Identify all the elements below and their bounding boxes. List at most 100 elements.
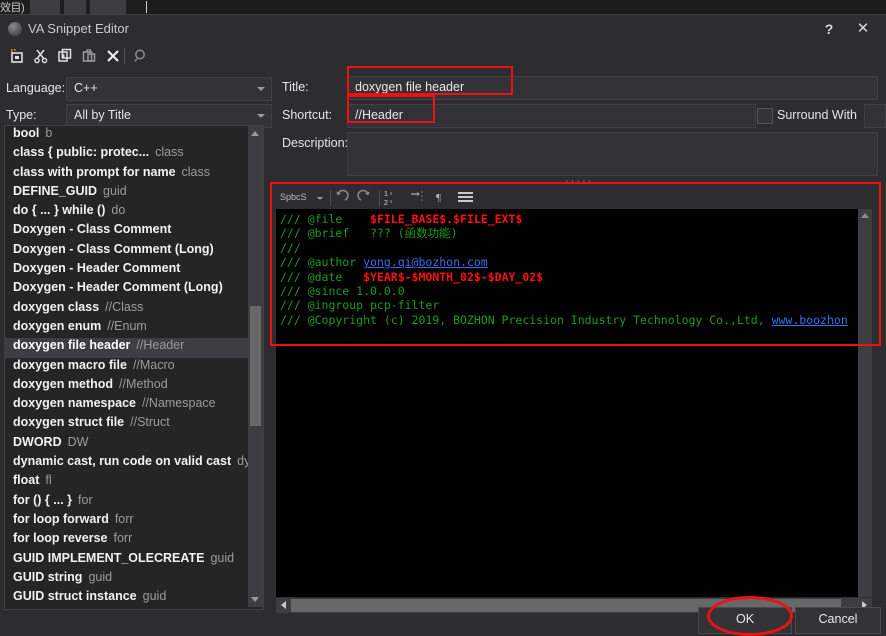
list-item[interactable]: GUID struct instance guid xyxy=(5,589,263,608)
description-input[interactable] xyxy=(347,132,878,176)
list-item[interactable]: Doxygen - Class Comment (Long) xyxy=(5,242,263,261)
code-macro: $FILE_BASE$.$FILE_EXT$ xyxy=(370,212,523,226)
code-comment: /// @ingroup pcp-filter xyxy=(280,298,440,313)
list-item[interactable]: GUID string guid xyxy=(5,570,263,589)
list-item-shortcut: do xyxy=(111,203,126,218)
language-value: C++ xyxy=(74,81,98,95)
list-item-shortcut: guid xyxy=(103,183,127,198)
cancel-button[interactable]: Cancel xyxy=(795,607,881,634)
list-item-shortcut: //Namespace xyxy=(141,396,216,411)
scroll-down-arrow-icon[interactable] xyxy=(248,592,263,607)
host-tab-3 xyxy=(90,0,126,14)
title-input[interactable]: doxygen file header xyxy=(347,76,878,100)
code-link[interactable]: yong.qi@bozhon.com xyxy=(363,255,488,269)
list-item-shortcut: guid xyxy=(142,589,167,604)
search-icon[interactable] xyxy=(130,45,152,67)
host-caret xyxy=(146,1,147,13)
language-select[interactable]: C++ xyxy=(66,77,272,101)
paste-icon[interactable] xyxy=(78,45,100,67)
redo-icon[interactable] xyxy=(355,189,375,207)
list-item-title: doxygen enum xyxy=(13,318,102,333)
new-snippet-icon[interactable] xyxy=(6,45,28,67)
description-resize-grip[interactable]: ····· xyxy=(565,175,593,187)
surround-with-checkbox[interactable] xyxy=(757,108,773,124)
numbered-list-icon[interactable]: 1 2 xyxy=(384,189,404,207)
code-line: /// @ingroup pcp-filter xyxy=(280,298,848,312)
list-item-shortcut: //Macro xyxy=(132,357,175,372)
scroll-left-arrow-icon[interactable] xyxy=(276,598,290,613)
indent-icon[interactable] xyxy=(409,189,429,207)
shortcut-label: Shortcut: xyxy=(282,108,333,122)
list-item[interactable]: doxygen macro file //Macro xyxy=(5,358,263,377)
list-item[interactable]: class { public: protec... class xyxy=(5,145,263,164)
list-item[interactable]: doxygen method //Method xyxy=(5,377,263,396)
list-item-shortcut: //Struct xyxy=(130,415,170,430)
list-item-title: class with prompt for name xyxy=(13,164,176,179)
list-item[interactable]: for loop reverse forr xyxy=(5,531,263,550)
list-item-title: doxygen file header xyxy=(13,338,131,353)
list-item[interactable]: DEFINE_GUID guid xyxy=(5,184,263,203)
list-item-shortcut: forr xyxy=(113,531,133,546)
description-label: Description: xyxy=(282,136,348,150)
code-link[interactable]: www.boozhon xyxy=(772,313,848,327)
chevron-down-icon xyxy=(257,114,265,118)
list-item-shortcut: guid xyxy=(210,550,235,565)
dialog-titlebar: VA Snippet Editor ? ✕ xyxy=(0,15,886,43)
list-item[interactable]: bool b xyxy=(5,126,263,145)
surround-with-extra-field[interactable] xyxy=(864,104,886,128)
ok-button[interactable]: OK xyxy=(698,607,792,634)
title-label: Title: xyxy=(282,80,309,94)
snippet-list-scrollbar[interactable] xyxy=(248,126,263,607)
copy-icon[interactable] xyxy=(54,45,76,67)
list-item[interactable]: class with prompt for name class xyxy=(5,165,263,184)
code-editor-scrollbar[interactable] xyxy=(858,209,872,597)
dialog-title: VA Snippet Editor xyxy=(28,21,129,36)
list-item[interactable]: DWORD DW xyxy=(5,435,263,454)
list-item-title: DEFINE_GUID xyxy=(13,183,98,198)
host-tab-1 xyxy=(30,0,60,14)
list-item-shortcut: for xyxy=(78,492,93,507)
cut-icon[interactable] xyxy=(30,45,52,67)
list-item[interactable]: doxygen class //Class xyxy=(5,300,263,319)
host-editor-area xyxy=(150,0,886,14)
list-item[interactable]: Doxygen - Class Comment xyxy=(5,222,263,241)
type-value: All by Title xyxy=(74,108,131,122)
shortcut-input[interactable]: //Header xyxy=(347,104,756,128)
list-item[interactable]: HANDLE HA xyxy=(5,608,263,609)
scroll-up-arrow-icon[interactable] xyxy=(248,126,263,141)
scrollbar-thumb[interactable] xyxy=(250,306,261,426)
list-item-title: doxygen struct file xyxy=(13,415,125,430)
align-icon[interactable] xyxy=(456,189,476,207)
code-comment: /// @file xyxy=(280,212,371,226)
list-item[interactable]: doxygen namespace //Namespace xyxy=(5,396,263,415)
svg-text:2: 2 xyxy=(384,200,388,207)
spellcheck-select[interactable]: SpbcS xyxy=(278,189,326,207)
list-item[interactable]: doxygen enum //Enum xyxy=(5,319,263,338)
list-item[interactable]: GUID IMPLEMENT_OLECREATE guid xyxy=(5,551,263,570)
snippet-list[interactable]: bool b class { public: protec... class class… xyxy=(4,125,264,610)
scroll-up-arrow-icon[interactable] xyxy=(861,213,869,218)
list-item-shortcut: HA xyxy=(71,608,88,609)
code-content: /// @file $FILE_BASE$.$FILE_EXT$/// @bri… xyxy=(280,212,848,327)
list-item[interactable]: for () { ... } for xyxy=(5,493,263,512)
delete-icon[interactable] xyxy=(102,45,124,67)
code-line: /// @file $FILE_BASE$.$FILE_EXT$ xyxy=(280,212,848,226)
list-item-shortcut: //Enum xyxy=(107,318,147,333)
list-item[interactable]: doxygen file header //Header xyxy=(5,338,263,358)
list-item-title: float xyxy=(13,473,40,488)
close-button[interactable]: ✕ xyxy=(852,19,874,39)
list-item[interactable]: Doxygen - Header Comment xyxy=(5,261,263,280)
list-item[interactable]: Doxygen - Header Comment (Long) xyxy=(5,280,263,299)
snippet-code-editor[interactable]: /// @file $FILE_BASE$.$FILE_EXT$/// @bri… xyxy=(276,209,871,597)
list-item[interactable]: doxygen struct file //Struct xyxy=(5,415,263,434)
code-line: /// xyxy=(280,241,848,255)
list-item[interactable]: for loop forward forr xyxy=(5,512,263,531)
list-item-title: GUID struct instance xyxy=(13,589,137,604)
help-button[interactable]: ? xyxy=(818,19,840,39)
list-item[interactable]: dynamic cast, run code on valid cast dy xyxy=(5,454,263,473)
paragraph-mark-icon[interactable]: ¶ xyxy=(433,189,453,207)
list-item[interactable]: do { ... } while () do xyxy=(5,203,263,222)
list-item[interactable]: float fl xyxy=(5,473,263,492)
undo-icon[interactable] xyxy=(333,189,353,207)
list-item-title: doxygen class xyxy=(13,299,100,314)
